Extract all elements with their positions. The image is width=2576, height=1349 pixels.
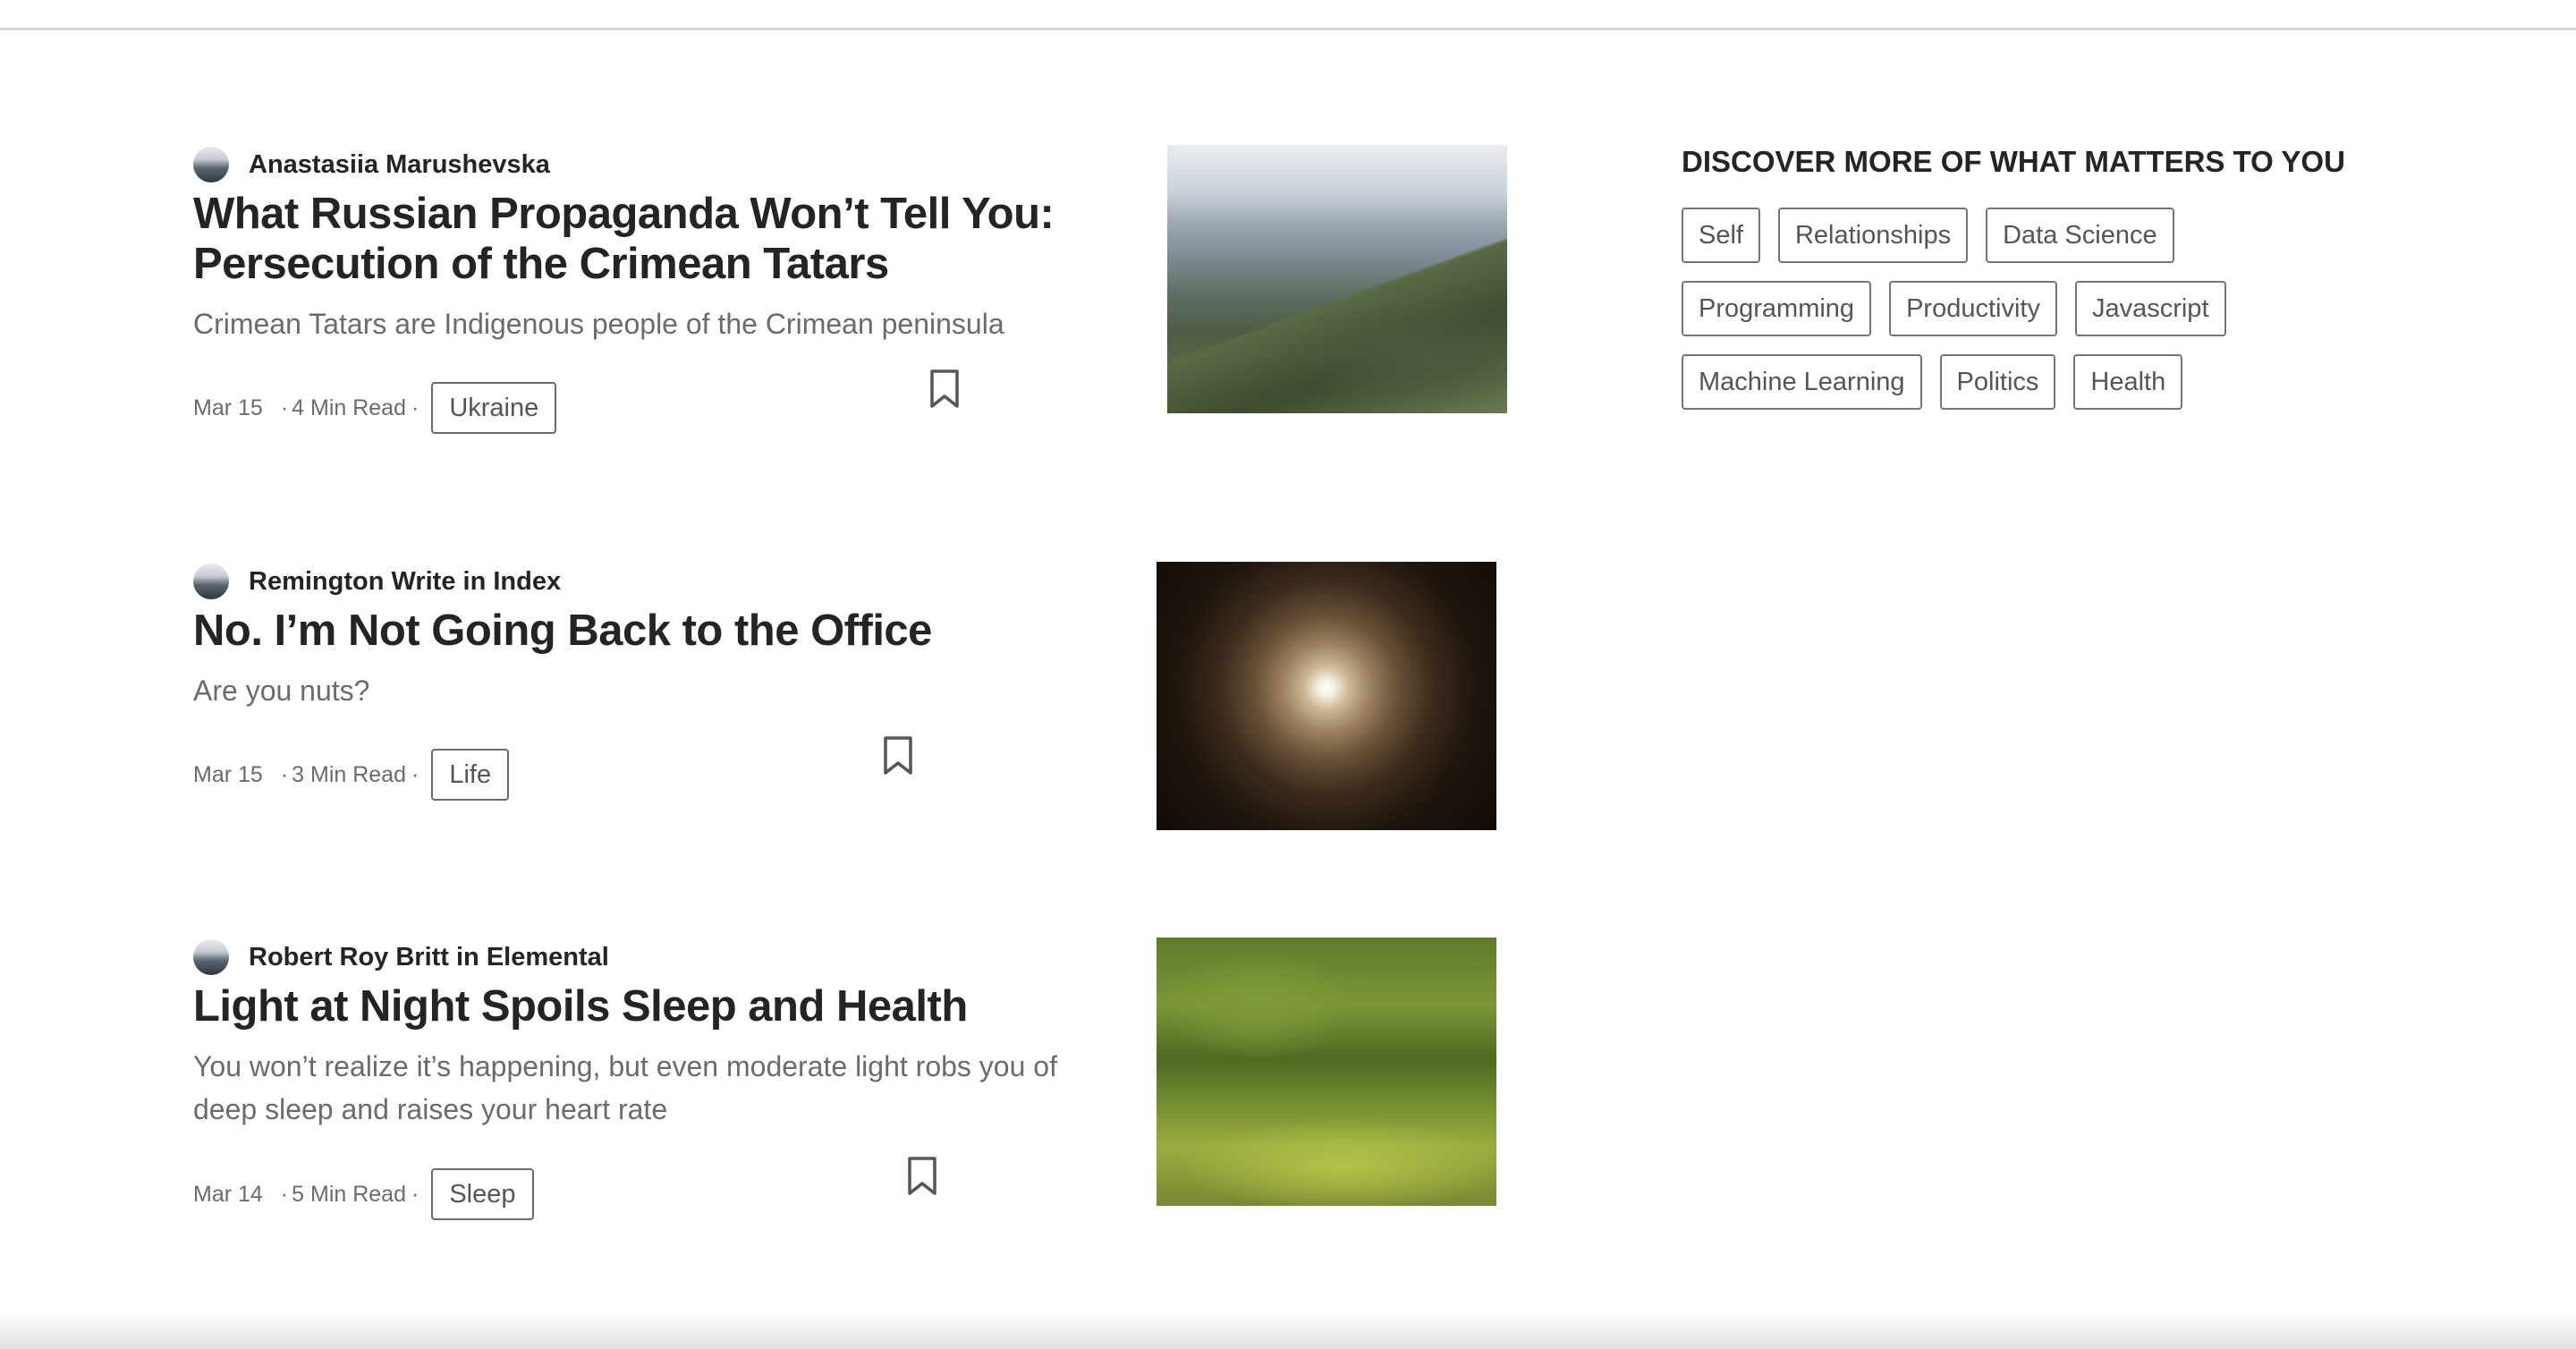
article-title-line: What Russian Propaganda Won’t Tell You: bbox=[193, 190, 1055, 238]
article-title-line: No. I’m Not Going Back to the Office bbox=[193, 607, 932, 655]
bookmark-icon[interactable] bbox=[882, 735, 914, 776]
author-name[interactable]: Remington Write in Index bbox=[249, 567, 561, 597]
bottom-shadow bbox=[0, 1310, 2576, 1349]
article-date: Mar 15 bbox=[193, 395, 263, 420]
article-thumbnail[interactable] bbox=[1167, 145, 1507, 413]
bookmark-icon[interactable] bbox=[928, 369, 961, 410]
topic-chip-machine-learning[interactable]: Machine Learning bbox=[1682, 354, 1922, 410]
meta-separator: · bbox=[411, 1181, 419, 1207]
article-read-time: 4 Min Read bbox=[292, 395, 406, 420]
article-card[interactable]: Remington Write in Index No. I’m Not Goi… bbox=[193, 564, 1088, 832]
author-name[interactable]: Anastasiia Marushevska bbox=[249, 150, 550, 180]
top-divider bbox=[0, 28, 2576, 30]
article-tag[interactable]: Sleep bbox=[431, 1168, 534, 1220]
article-thumbnail[interactable] bbox=[1157, 938, 1496, 1206]
article-read-time: 3 Min Read bbox=[292, 761, 406, 787]
topic-chip-productivity[interactable]: Productivity bbox=[1889, 281, 2057, 336]
article-date: Mar 15 bbox=[193, 761, 263, 787]
topic-chip-data-science[interactable]: Data Science bbox=[1986, 208, 2174, 263]
article-title[interactable]: No. I’m Not Going Back to the Office bbox=[193, 606, 1106, 656]
topic-chip-health[interactable]: Health bbox=[2073, 354, 2183, 410]
topic-chip-relationships[interactable]: Relationships bbox=[1777, 208, 1969, 263]
topic-row: Self Relationships Data Science bbox=[1682, 208, 2192, 263]
meta-separator: · bbox=[280, 761, 289, 787]
author-name[interactable]: Robert Roy Britt in Elemental bbox=[249, 943, 609, 972]
topic-chip-politics[interactable]: Politics bbox=[1939, 354, 2056, 410]
author-avatar[interactable] bbox=[193, 939, 229, 975]
article-title[interactable]: What Russian Propaganda Won’t Tell You: … bbox=[193, 189, 1106, 289]
article-subtitle[interactable]: Are you nuts? bbox=[193, 669, 1106, 712]
article-subtitle-line: deep sleep and raises your heart rate bbox=[193, 1093, 668, 1125]
article-thumbnail[interactable] bbox=[1157, 562, 1496, 830]
meta-separator: · bbox=[280, 1181, 289, 1207]
article-date: Mar 14 bbox=[193, 1181, 263, 1207]
page: Anastasiia Marushevska What Russian Prop… bbox=[0, 0, 2576, 1349]
article-title[interactable]: Light at Night Spoils Sleep and Health bbox=[193, 981, 1106, 1031]
article-title-line: Persecution of the Crimean Tatars bbox=[193, 240, 889, 288]
author-avatar[interactable] bbox=[193, 147, 229, 182]
article-subtitle-line: Are you nuts? bbox=[193, 674, 370, 707]
article-title-line: Light at Night Spoils Sleep and Health bbox=[193, 982, 968, 1031]
article-subtitle-line: Crimean Tatars are Indigenous people of … bbox=[193, 308, 1004, 340]
article-meta: Mar 15 · 3 Min Read · Life bbox=[193, 747, 510, 802]
bookmark-icon[interactable] bbox=[906, 1156, 938, 1197]
meta-separator: · bbox=[411, 395, 419, 420]
topic-chip-self[interactable]: Self bbox=[1682, 208, 1760, 263]
article-subtitle[interactable]: Crimean Tatars are Indigenous people of … bbox=[193, 302, 1106, 345]
topic-chip-javascript[interactable]: Javascript bbox=[2074, 281, 2226, 336]
topic-row: Machine Learning Politics Health bbox=[1682, 354, 2200, 410]
topic-row: Programming Productivity Javascript bbox=[1682, 281, 2244, 336]
article-card[interactable]: Anastasiia Marushevska What Russian Prop… bbox=[193, 147, 1088, 451]
article-tag[interactable]: Life bbox=[431, 749, 510, 801]
topic-chip-programming[interactable]: Programming bbox=[1682, 281, 1872, 336]
meta-separator: · bbox=[280, 395, 289, 420]
article-subtitle-line: You won’t realize it’s happening, but ev… bbox=[193, 1050, 1057, 1082]
article-tag[interactable]: Ukraine bbox=[431, 382, 557, 434]
meta-separator: · bbox=[411, 761, 419, 787]
article-meta: Mar 14 · 5 Min Read · Sleep bbox=[193, 1167, 534, 1222]
article-meta: Mar 15 · 4 Min Read · Ukraine bbox=[193, 380, 557, 436]
discover-title: DISCOVER MORE OF WHAT MATTERS TO YOU bbox=[1682, 145, 2345, 178]
author-avatar[interactable] bbox=[193, 564, 229, 599]
author-row[interactable]: Robert Roy Britt in Elemental bbox=[193, 939, 609, 975]
article-card[interactable]: Robert Roy Britt in Elemental Light at N… bbox=[193, 939, 1088, 1226]
author-row[interactable]: Anastasiia Marushevska bbox=[193, 147, 550, 182]
article-read-time: 5 Min Read bbox=[292, 1181, 406, 1207]
author-row[interactable]: Remington Write in Index bbox=[193, 564, 561, 599]
article-subtitle[interactable]: You won’t realize it’s happening, but ev… bbox=[193, 1045, 1106, 1131]
